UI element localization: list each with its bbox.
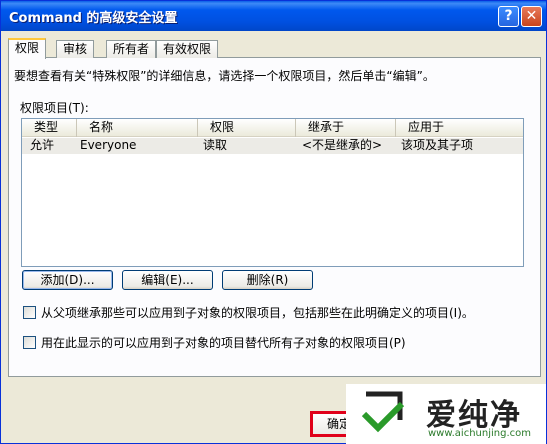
column-permission[interactable]: 权限: [198, 119, 296, 137]
edit-button[interactable]: 编辑(E)...: [122, 270, 213, 290]
column-inherited-from[interactable]: 继承于: [296, 119, 396, 137]
add-button[interactable]: 添加(D)...: [22, 270, 113, 290]
close-button[interactable]: ✕: [521, 6, 542, 27]
tab-permissions[interactable]: 权限: [8, 38, 47, 59]
row-type: 允许: [30, 138, 55, 152]
tab-auditing[interactable]: 审核: [56, 40, 95, 58]
replace-checkbox[interactable]: [23, 336, 36, 349]
window-title: Command 的高级安全设置: [9, 11, 178, 26]
watermark-logo-icon: [361, 391, 405, 433]
column-type[interactable]: 类型: [22, 119, 77, 137]
replace-checkbox-label[interactable]: 用在此显示的可以应用到子对象的项目替代所有子对象的权限项目(P): [41, 335, 406, 351]
row-apply-to: 该项及其子项: [401, 138, 474, 152]
tab-effective-permissions[interactable]: 有效权限: [156, 40, 219, 58]
table-row[interactable]: 允许 Everyone 读取 <不是继承的> 该项及其子项: [22, 138, 523, 154]
inherit-checkbox-label[interactable]: 从父项继承那些可以应用到子对象的权限项目，包括那些在此明确定义的项目(I)。: [41, 305, 474, 321]
permission-entries-list[interactable]: 类型 名称 权限 继承于 应用于 允许 Everyone 读取 <不是继承的> …: [21, 118, 524, 267]
tab-owner[interactable]: 所有者: [106, 40, 157, 58]
list-header: 类型 名称 权限 继承于 应用于: [22, 119, 523, 137]
column-apply-to[interactable]: 应用于: [396, 119, 522, 137]
row-inherited-from: <不是继承的>: [302, 138, 383, 152]
row-name: Everyone: [80, 138, 137, 152]
watermark: 爱纯净 www.aichunjing.com: [346, 384, 546, 444]
permission-entries-label: 权限项目(T):: [20, 101, 89, 115]
remove-button[interactable]: 删除(R): [222, 270, 313, 290]
watermark-url: www.aichunjing.com: [428, 428, 531, 439]
column-name[interactable]: 名称: [77, 119, 198, 137]
help-button[interactable]: ?: [498, 6, 519, 27]
row-permission: 读取: [203, 138, 228, 152]
title-bar[interactable]: Command 的高级安全设置 ? ✕: [1, 1, 546, 31]
dialog-window: Command 的高级安全设置 ? ✕ 权限 审核 所有者 有效权限 要想查看有…: [0, 0, 547, 444]
inherit-checkbox[interactable]: [23, 306, 36, 319]
info-text: 要想查看有关“特殊权限”的详细信息，请选择一个权限项目，然后单击“编辑”。: [14, 69, 435, 83]
